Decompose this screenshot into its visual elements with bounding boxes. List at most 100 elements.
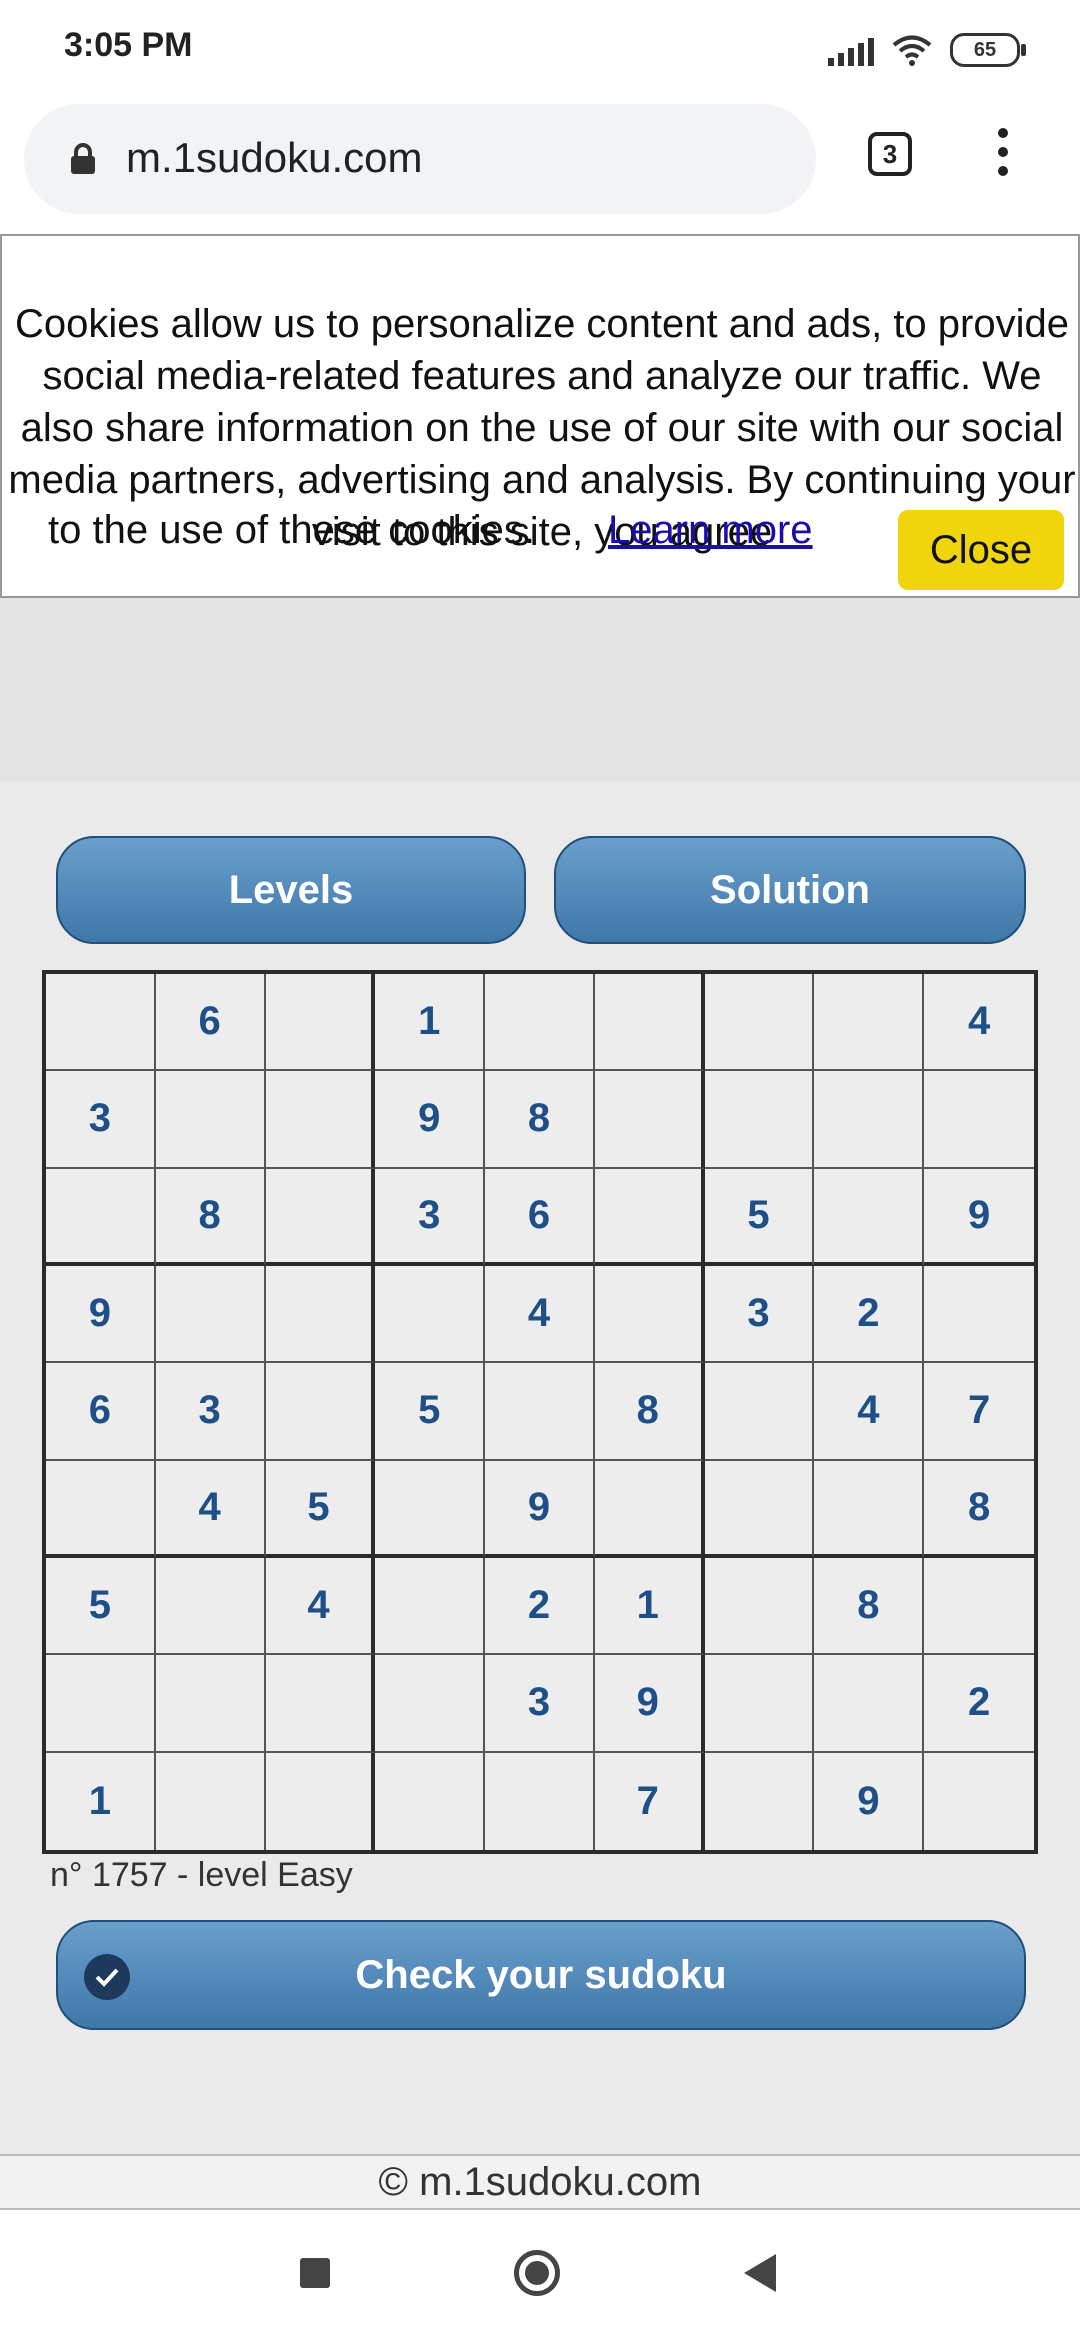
sudoku-cell[interactable]: 6 — [46, 1363, 156, 1461]
sudoku-cell[interactable] — [924, 1753, 1034, 1850]
sudoku-cell[interactable]: 3 — [485, 1655, 595, 1753]
sudoku-cell[interactable] — [46, 974, 156, 1072]
sudoku-cell[interactable]: 6 — [485, 1168, 595, 1266]
sudoku-cell[interactable] — [594, 1071, 705, 1169]
solution-button[interactable]: Solution — [554, 836, 1026, 944]
sudoku-cell[interactable] — [814, 1460, 925, 1558]
sudoku-cell[interactable] — [704, 1655, 815, 1753]
battery-level: 65 — [973, 38, 997, 61]
sudoku-cell[interactable] — [704, 1071, 815, 1169]
sudoku-cell[interactable] — [594, 1460, 705, 1558]
sudoku-cell[interactable] — [594, 1168, 705, 1266]
sudoku-cell[interactable] — [814, 1168, 925, 1266]
sudoku-cell[interactable] — [375, 1655, 486, 1753]
sudoku-cell[interactable]: 4 — [814, 1363, 925, 1461]
levels-button[interactable]: Levels — [56, 836, 526, 944]
sudoku-cell[interactable]: 4 — [265, 1558, 376, 1656]
sudoku-cell[interactable] — [156, 1752, 266, 1850]
check-sudoku-button[interactable]: Check your sudoku — [56, 1920, 1026, 2030]
sudoku-cell[interactable]: 7 — [924, 1363, 1034, 1461]
sudoku-cell[interactable] — [924, 1558, 1034, 1656]
cookie-banner: Cookies allow us to personalize content … — [0, 234, 1080, 598]
sudoku-cell[interactable]: 9 — [485, 1460, 595, 1558]
sudoku-cell[interactable]: 5 — [704, 1168, 815, 1266]
sudoku-cell[interactable]: 8 — [485, 1071, 595, 1169]
address-bar[interactable]: m.1sudoku.com — [24, 104, 816, 214]
sudoku-cell[interactable] — [704, 1460, 815, 1558]
sudoku-cell[interactable] — [265, 974, 376, 1072]
sudoku-cell[interactable]: 3 — [704, 1266, 815, 1364]
sudoku-cell[interactable]: 1 — [46, 1752, 156, 1850]
learn-more-link[interactable]: Learn more — [608, 508, 813, 553]
sudoku-cell[interactable]: 5 — [265, 1460, 376, 1558]
sudoku-cell[interactable] — [924, 1071, 1034, 1169]
sudoku-cell[interactable] — [375, 1460, 486, 1558]
sudoku-cell[interactable]: 1 — [594, 1558, 705, 1656]
check-sudoku-label: Check your sudoku — [355, 1952, 727, 1997]
sudoku-cell[interactable]: 9 — [594, 1655, 705, 1753]
sudoku-cell[interactable]: 9 — [814, 1752, 925, 1850]
sudoku-cell[interactable]: 1 — [375, 974, 486, 1072]
sudoku-cell[interactable] — [594, 1266, 705, 1364]
sudoku-cell[interactable] — [265, 1071, 376, 1169]
sudoku-cell[interactable] — [814, 974, 925, 1072]
sudoku-cell[interactable] — [704, 974, 815, 1072]
sudoku-cell[interactable] — [46, 1168, 156, 1266]
sudoku-cell[interactable] — [814, 1071, 925, 1169]
sudoku-cell[interactable] — [485, 974, 595, 1072]
sudoku-cell[interactable] — [485, 1752, 595, 1850]
sudoku-cell[interactable] — [375, 1266, 486, 1364]
sudoku-cell[interactable]: 5 — [46, 1558, 156, 1656]
signal-icon — [828, 34, 874, 66]
sudoku-cell[interactable]: 4 — [155, 1460, 266, 1558]
sudoku-cell[interactable] — [265, 1363, 376, 1461]
sudoku-cell[interactable]: 3 — [375, 1168, 486, 1266]
sudoku-cell[interactable] — [375, 1558, 486, 1656]
more-vert-icon[interactable] — [990, 128, 1016, 184]
sudoku-cell[interactable]: 9 — [46, 1266, 156, 1364]
sudoku-cell[interactable]: 4 — [924, 974, 1034, 1072]
sudoku-cell[interactable] — [814, 1655, 925, 1753]
sudoku-cell[interactable]: 5 — [375, 1363, 486, 1461]
back-triangle-icon[interactable] — [744, 2254, 776, 2292]
sudoku-cell[interactable] — [265, 1266, 376, 1364]
sudoku-cell[interactable] — [375, 1752, 486, 1850]
sudoku-cell[interactable] — [704, 1363, 815, 1461]
sudoku-cell[interactable] — [705, 1752, 815, 1850]
sudoku-cell[interactable] — [594, 974, 705, 1072]
status-time: 3:05 PM — [64, 26, 193, 64]
sudoku-cell[interactable]: 3 — [46, 1071, 156, 1169]
close-cookies-button[interactable]: Close — [898, 510, 1064, 590]
sudoku-cell[interactable]: 8 — [594, 1363, 705, 1461]
sudoku-cell[interactable] — [924, 1266, 1034, 1364]
sudoku-cell[interactable] — [155, 1266, 266, 1364]
sudoku-cell[interactable]: 6 — [155, 974, 266, 1072]
sudoku-cell[interactable]: 2 — [485, 1558, 595, 1656]
sudoku-cell[interactable] — [155, 1558, 266, 1656]
sudoku-cell[interactable] — [265, 1655, 376, 1753]
sudoku-cell[interactable] — [266, 1752, 376, 1850]
sudoku-cell[interactable] — [155, 1655, 266, 1753]
sudoku-cell[interactable]: 9 — [924, 1169, 1034, 1266]
sudoku-cell[interactable] — [46, 1460, 156, 1558]
tabs-icon[interactable]: 3 — [868, 132, 912, 176]
url-text[interactable]: m.1sudoku.com — [126, 134, 422, 182]
sudoku-cell[interactable]: 3 — [155, 1363, 266, 1461]
sudoku-cell[interactable]: 8 — [155, 1168, 266, 1266]
sudoku-cell[interactable] — [485, 1363, 595, 1461]
wifi-icon — [892, 35, 932, 66]
sudoku-cell[interactable]: 2 — [924, 1655, 1034, 1753]
sudoku-cell[interactable]: 9 — [375, 1071, 486, 1169]
recents-square-icon[interactable] — [300, 2258, 330, 2288]
sudoku-cell[interactable]: 4 — [485, 1266, 595, 1364]
status-bar: 3:05 PM 65 — [0, 0, 1080, 96]
sudoku-cell[interactable] — [704, 1558, 815, 1656]
sudoku-cell[interactable] — [265, 1168, 376, 1266]
home-circle-icon[interactable] — [514, 2250, 560, 2296]
sudoku-cell[interactable] — [46, 1655, 156, 1753]
sudoku-cell[interactable]: 8 — [924, 1461, 1034, 1558]
sudoku-cell[interactable] — [155, 1071, 266, 1169]
sudoku-cell[interactable]: 7 — [595, 1752, 705, 1850]
sudoku-cell[interactable]: 8 — [814, 1558, 925, 1656]
sudoku-cell[interactable]: 2 — [814, 1266, 925, 1364]
